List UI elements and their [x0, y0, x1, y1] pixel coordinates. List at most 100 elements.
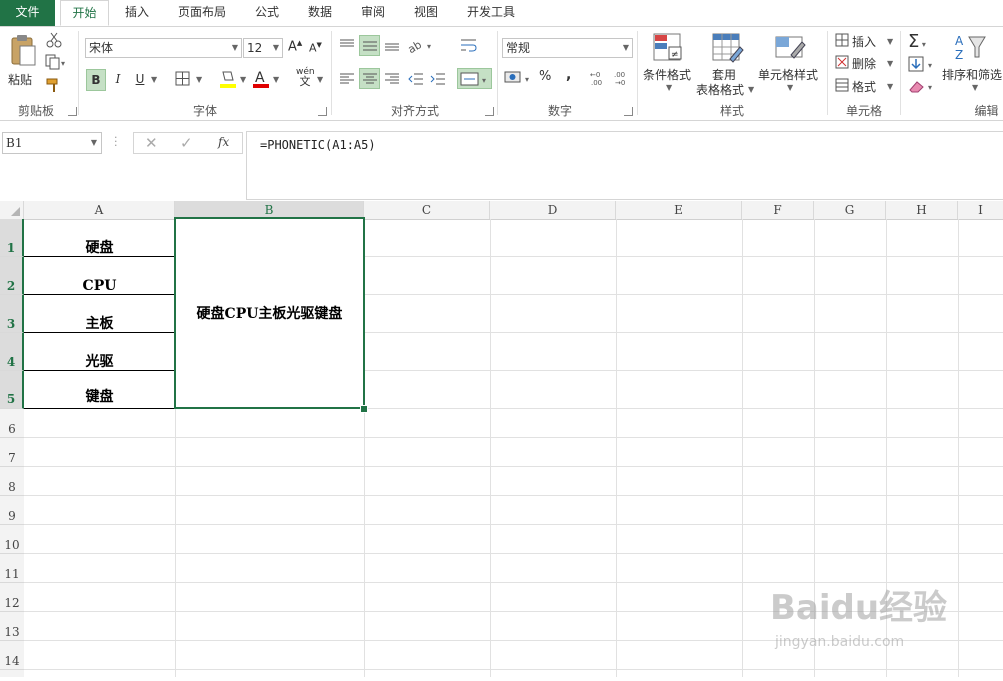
row-header-14[interactable]: 14: [0, 641, 24, 670]
formula-input[interactable]: =PHONETIC(A1:A5): [246, 131, 1003, 200]
cell-a3[interactable]: 主板: [24, 295, 175, 333]
copy-icon[interactable]: ▾: [45, 54, 67, 70]
row-header-filler: [0, 670, 24, 677]
autosum-icon[interactable]: Σ ▾: [908, 31, 938, 52]
row-header-10[interactable]: 10: [0, 525, 24, 554]
tab-view[interactable]: 视图: [406, 0, 446, 26]
column-header-g[interactable]: G: [814, 201, 886, 219]
italic-button[interactable]: I: [110, 69, 126, 91]
font-size-select[interactable]: 12 ▼: [243, 38, 283, 58]
row-header-2[interactable]: 2: [0, 257, 24, 295]
insert-cells-button[interactable]: 插入 ▼: [835, 33, 895, 51]
row-header-4[interactable]: 4: [0, 333, 24, 371]
tab-developer[interactable]: 开发工具: [459, 0, 523, 26]
format-as-table-label-bottom: 表格格式: [696, 83, 745, 97]
alignment-launcher-icon[interactable]: [485, 107, 494, 116]
row-header-3[interactable]: 3: [0, 295, 24, 333]
name-box[interactable]: B1 ▼: [2, 132, 102, 154]
column-header-a[interactable]: A: [24, 201, 175, 219]
cell-b1-merged[interactable]: 硬盘CPU主板光驱键盘: [174, 217, 365, 409]
row-header-6[interactable]: 6: [0, 409, 24, 438]
row-header-7[interactable]: 7: [0, 438, 24, 467]
align-center-icon[interactable]: [359, 68, 380, 89]
sort-filter-icon[interactable]: AZ: [955, 33, 987, 63]
align-right-icon[interactable]: [384, 71, 400, 87]
tab-home[interactable]: 开始: [60, 0, 109, 26]
orientation-icon[interactable]: ab ▾: [406, 37, 434, 56]
cell-a1[interactable]: 硬盘: [24, 219, 175, 257]
cell-styles-icon[interactable]: [775, 33, 807, 65]
clear-icon[interactable]: ▾: [908, 78, 938, 96]
phonetic-guide-button[interactable]: wén 文: [296, 67, 315, 91]
borders-icon[interactable]: [175, 71, 191, 87]
number-format-select[interactable]: 常规 ▼: [502, 38, 633, 58]
fill-handle[interactable]: [360, 405, 368, 413]
font-color-icon[interactable]: A: [252, 69, 270, 89]
column-header-h[interactable]: H: [886, 201, 958, 219]
delete-cells-button[interactable]: 删除 ▼: [835, 55, 895, 73]
font-launcher-icon[interactable]: [318, 107, 327, 116]
format-painter-icon[interactable]: [45, 77, 63, 93]
comma-style-button[interactable]: ,: [566, 67, 576, 85]
tab-page-layout[interactable]: 页面布局: [170, 0, 234, 26]
align-bottom-icon[interactable]: [384, 37, 400, 53]
tab-review[interactable]: 审阅: [353, 0, 393, 26]
wrap-text-icon[interactable]: [460, 37, 478, 55]
column-header-i[interactable]: I: [958, 201, 1003, 219]
clipboard-launcher-icon[interactable]: [68, 107, 77, 116]
cut-icon[interactable]: [45, 32, 63, 48]
tab-insert[interactable]: 插入: [117, 0, 157, 26]
cell-a5[interactable]: 键盘: [24, 371, 175, 409]
row-header-11[interactable]: 11: [0, 554, 24, 583]
row-header-12[interactable]: 12: [0, 583, 24, 612]
grid-line: [24, 466, 1003, 467]
align-left-icon[interactable]: [339, 71, 355, 87]
percent-button[interactable]: %: [539, 69, 555, 87]
accounting-format-icon[interactable]: ▾: [504, 69, 532, 87]
select-all-button[interactable]: [0, 201, 24, 219]
underline-button[interactable]: U: [132, 69, 148, 91]
enter-icon[interactable]: ✓: [180, 134, 193, 152]
number-launcher-icon[interactable]: [624, 107, 633, 116]
more-options-icon: · · ·: [114, 131, 118, 152]
cell-a4[interactable]: 光驱: [24, 333, 175, 371]
tab-file[interactable]: 文件: [0, 0, 55, 26]
svg-text:Z: Z: [955, 48, 963, 62]
tab-formulas[interactable]: 公式: [247, 0, 287, 26]
chevron-down-icon: ▼: [787, 83, 794, 92]
paste-button[interactable]: 粘贴: [6, 33, 38, 87]
decrease-font-icon[interactable]: A▼: [309, 41, 325, 59]
bold-button[interactable]: B: [86, 69, 106, 91]
tab-data[interactable]: 数据: [300, 0, 340, 26]
increase-decimal-icon[interactable]: ←0.00: [590, 69, 608, 87]
chevron-down-icon: ▼: [887, 82, 894, 91]
row-header-5[interactable]: 5: [0, 371, 24, 409]
fill-icon[interactable]: ▾: [908, 56, 938, 74]
increase-indent-icon[interactable]: [430, 71, 446, 87]
font-name-select[interactable]: 宋体 ▼: [85, 38, 242, 58]
align-top-icon[interactable]: [339, 37, 355, 53]
column-header-e[interactable]: E: [616, 201, 742, 219]
format-as-table-icon[interactable]: [712, 33, 744, 65]
column-header-d[interactable]: D: [490, 201, 616, 219]
row-header-9[interactable]: 9: [0, 496, 24, 525]
column-header-f[interactable]: F: [742, 201, 814, 219]
decrease-indent-icon[interactable]: [408, 71, 424, 87]
grid-line: [490, 219, 491, 677]
align-middle-icon[interactable]: [359, 35, 380, 56]
cancel-icon[interactable]: ✕: [145, 134, 158, 152]
insert-function-button[interactable]: fx: [218, 135, 229, 149]
merge-center-button[interactable]: ▾: [457, 68, 492, 89]
row-header-1[interactable]: 1: [0, 219, 24, 257]
fill-color-icon[interactable]: [219, 69, 237, 89]
insert-cells-icon: [835, 33, 849, 47]
cell-a2[interactable]: CPU: [24, 257, 175, 295]
decrease-decimal-icon[interactable]: .00 →0: [614, 69, 632, 87]
row-header-8[interactable]: 8: [0, 467, 24, 496]
column-header-c[interactable]: C: [364, 201, 490, 219]
chevron-down-icon: ▼: [196, 75, 203, 84]
conditional-formatting-icon[interactable]: ≠: [653, 33, 683, 65]
format-cells-button[interactable]: 格式 ▼: [835, 78, 895, 96]
increase-font-icon[interactable]: A▲: [288, 39, 304, 57]
row-header-13[interactable]: 13: [0, 612, 24, 641]
